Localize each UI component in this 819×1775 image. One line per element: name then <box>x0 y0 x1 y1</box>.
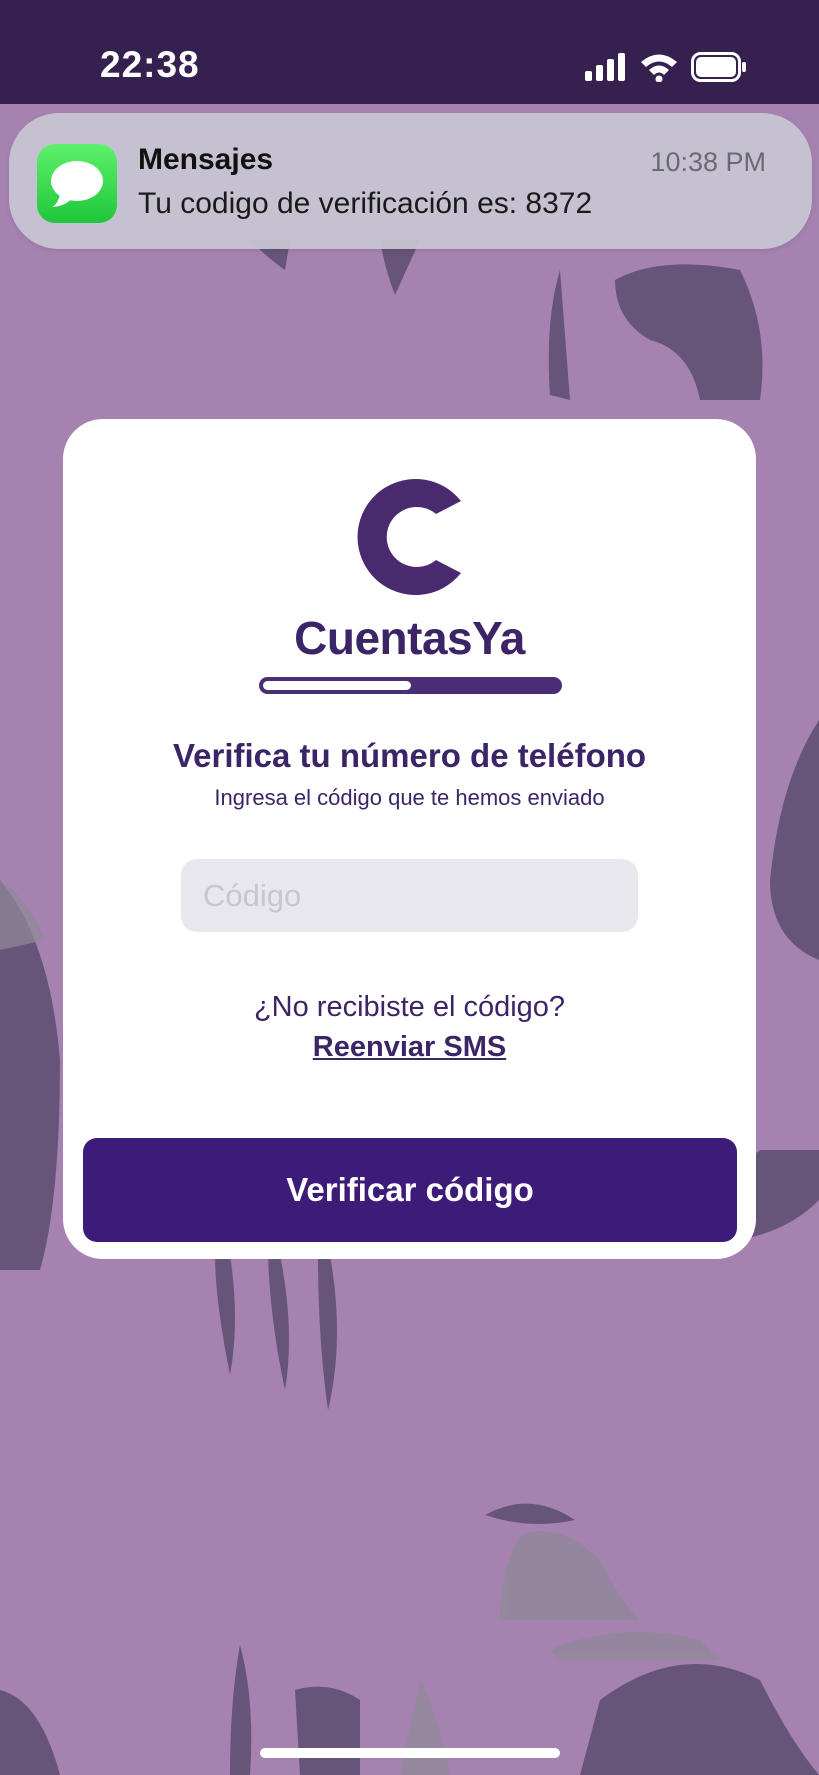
code-input[interactable] <box>181 859 638 932</box>
battery-icon <box>691 52 746 82</box>
verification-card: CuentasYa Verifica tu número de teléfono… <box>63 419 756 1259</box>
notification-app-name: Mensajes <box>138 143 274 176</box>
messages-app-icon <box>37 144 117 223</box>
page-title: Verifica tu número de teléfono <box>172 737 647 774</box>
signal-icon <box>585 53 625 81</box>
resend-question: ¿No recibiste el código? <box>253 991 566 1023</box>
notification-message: Tu codigo de verificación es: 8372 <box>138 187 593 220</box>
status-time: 22:38 <box>100 44 200 85</box>
wifi-icon <box>641 54 677 82</box>
notification-time: 10:38 PM <box>650 147 766 177</box>
status-icons <box>585 50 747 84</box>
home-indicator[interactable] <box>260 1748 560 1758</box>
resend-sms-link[interactable]: Reenviar SMS <box>63 1031 756 1064</box>
progress-bar <box>259 677 562 694</box>
cuentasya-logo-icon <box>357 479 461 595</box>
sms-notification[interactable]: Mensajes 10:38 PM Tu codigo de verificac… <box>9 113 812 249</box>
verify-code-button[interactable]: Verificar código <box>83 1138 737 1242</box>
brand-name: CuentasYa <box>294 612 525 664</box>
page-subtitle: Ingresa el código que te hemos enviado <box>214 785 605 810</box>
status-bar: 22:38 <box>0 0 819 104</box>
progress-fill <box>263 681 411 690</box>
